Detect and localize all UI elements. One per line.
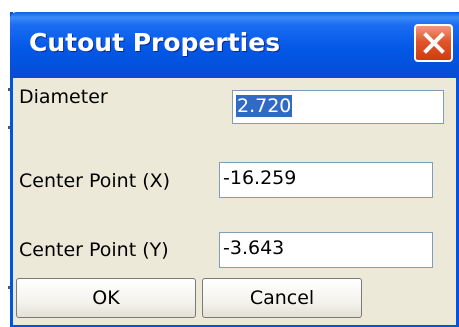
dialog-title: Cutout Properties (29, 28, 281, 57)
close-button[interactable] (414, 24, 453, 62)
diameter-value: 2.720 (236, 95, 293, 117)
center-x-label: Center Point (X) (19, 170, 171, 192)
center-y-field[interactable]: -3.643 (219, 232, 433, 268)
cancel-button[interactable]: Cancel (202, 278, 362, 318)
diameter-field[interactable]: 2.720 (232, 90, 444, 124)
screenshot-stage: Cutout Properties Diameter 2.720 Center … (0, 0, 459, 327)
ok-button[interactable]: OK (16, 278, 196, 318)
close-x-icon (422, 32, 445, 54)
center-y-label: Center Point (Y) (19, 239, 169, 261)
cutout-properties-dialog: Cutout Properties Diameter 2.720 Center … (10, 12, 459, 327)
center-x-field[interactable]: -16.259 (219, 162, 433, 198)
diameter-label: Diameter (19, 86, 108, 108)
dialog-body: Diameter 2.720 Center Point (X) -16.259 … (13, 78, 456, 327)
title-bar[interactable]: Cutout Properties (10, 12, 459, 78)
